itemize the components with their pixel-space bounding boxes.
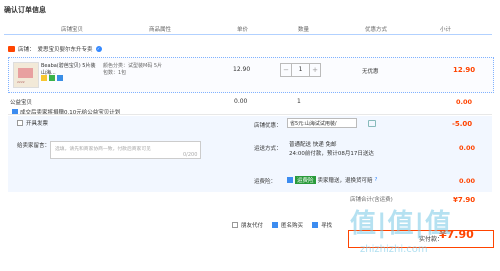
third-option[interactable]: 寻找 — [312, 221, 332, 229]
third-checkbox[interactable] — [312, 222, 319, 228]
divider — [8, 114, 492, 115]
qty-plus-button[interactable]: + — [310, 64, 320, 76]
quantity-stepper: − 1 + — [280, 63, 321, 77]
service-badge-icon — [49, 75, 55, 81]
col-shop-item: 店铺宝贝 — [61, 27, 84, 33]
chat-icon[interactable]: ✓ — [95, 46, 102, 52]
col-attr: 商品属性 — [149, 27, 172, 33]
shop-name[interactable]: 爱思宝贝婴尔东升专卖 — [38, 45, 93, 53]
spec-pack: 包数：1包 — [103, 70, 127, 76]
discount-amount: -5.00 — [452, 120, 473, 128]
col-price: 单价 — [237, 27, 249, 33]
friend-pay-option[interactable]: 朋友代付 — [232, 221, 263, 229]
discount-select[interactable]: 省5元:山海试试用装/ — [287, 118, 357, 128]
qty-input[interactable]: 1 — [291, 64, 310, 76]
insurance-tag: 运费险 — [295, 176, 316, 184]
anon-option[interactable]: 匿名购买 — [272, 221, 303, 229]
discount-label: 店铺优惠： — [254, 123, 282, 129]
shop-label: 店铺： — [18, 47, 35, 53]
shop-row: 店铺： 爱思宝贝婴尔东升专卖 ✓ — [8, 45, 102, 53]
product-thumbnail[interactable]: 2222 — [13, 62, 39, 88]
item-promo: 无优惠 — [362, 69, 379, 75]
anon-checkbox[interactable] — [272, 222, 279, 228]
public-qty: 1 — [297, 98, 301, 105]
item-subtotal: 12.90 — [453, 66, 476, 74]
shipping-info: 普通配送 快递 免邮 24:00前付款，预计08月17日送达 — [289, 141, 374, 159]
unit-price: 12.90 — [233, 66, 251, 73]
public-price: 0.00 — [234, 98, 248, 105]
bottom-options: 朋友代付 匿名购买 寻找 — [232, 221, 332, 229]
watermark-logo: 值|值|值 — [350, 209, 452, 239]
shop-total: ¥7.90 — [453, 196, 476, 204]
shop-total-label: 店铺合计(含运费) — [350, 197, 393, 203]
shipping-method: 普通配送 快递 免邮 — [289, 142, 337, 148]
coupon-icon[interactable] — [368, 120, 376, 127]
shipping-label: 运送方式： — [254, 146, 282, 152]
invoice-row: 开具发票 — [17, 119, 48, 127]
insurance-checkbox[interactable] — [287, 177, 293, 183]
public-title: 公益宝贝 — [10, 100, 33, 106]
watermark-url: zhizhizhi.com — [360, 244, 428, 255]
insurance-cost: 0.00 — [459, 177, 476, 185]
friend-pay-checkbox[interactable] — [232, 222, 238, 228]
service-badges — [41, 75, 63, 81]
insurance-desc: 卖家赠送，退换货可赔 — [317, 178, 373, 184]
page-title: 确认订单信息 — [4, 6, 46, 14]
col-qty: 数量 — [298, 27, 310, 33]
public-subtotal: 0.00 — [456, 98, 473, 106]
service-badge-icon — [57, 75, 63, 81]
invoice-label: 开具发票 — [26, 121, 49, 127]
shop-total-row: 店铺合计(含运费) — [350, 195, 393, 203]
message-label: 给卖家留言： — [17, 143, 51, 149]
shipping-eta: 24:00前付款，预计08月17日送达 — [289, 151, 374, 157]
insurance-label: 运费险： — [254, 179, 277, 185]
invoice-checkbox[interactable] — [17, 120, 23, 126]
product-spec: 颜色分类：试型装M码 5片 包数：1包 — [103, 63, 162, 77]
message-count: 0/200 — [183, 152, 198, 158]
message-input[interactable]: 选填，请先和商家协商一致，付款后商家可见 — [50, 141, 201, 159]
spec-color: 颜色分类：试型装M码 5片 — [103, 63, 163, 69]
shipping-cost: 0.00 — [459, 144, 476, 152]
question-icon[interactable]: ? — [375, 177, 378, 183]
col-subtotal: 小计 — [440, 27, 452, 33]
service-badge-icon — [41, 75, 47, 81]
column-header: 店铺宝贝 商品属性 单价 数量 优惠方式 小计 — [4, 24, 492, 35]
shop-bag-icon — [8, 46, 15, 52]
qty-minus-button[interactable]: − — [281, 64, 291, 76]
col-promo: 优惠方式 — [365, 27, 388, 33]
insurance-info: 运费险 卖家赠送，退换货可赔 ? — [287, 176, 377, 184]
